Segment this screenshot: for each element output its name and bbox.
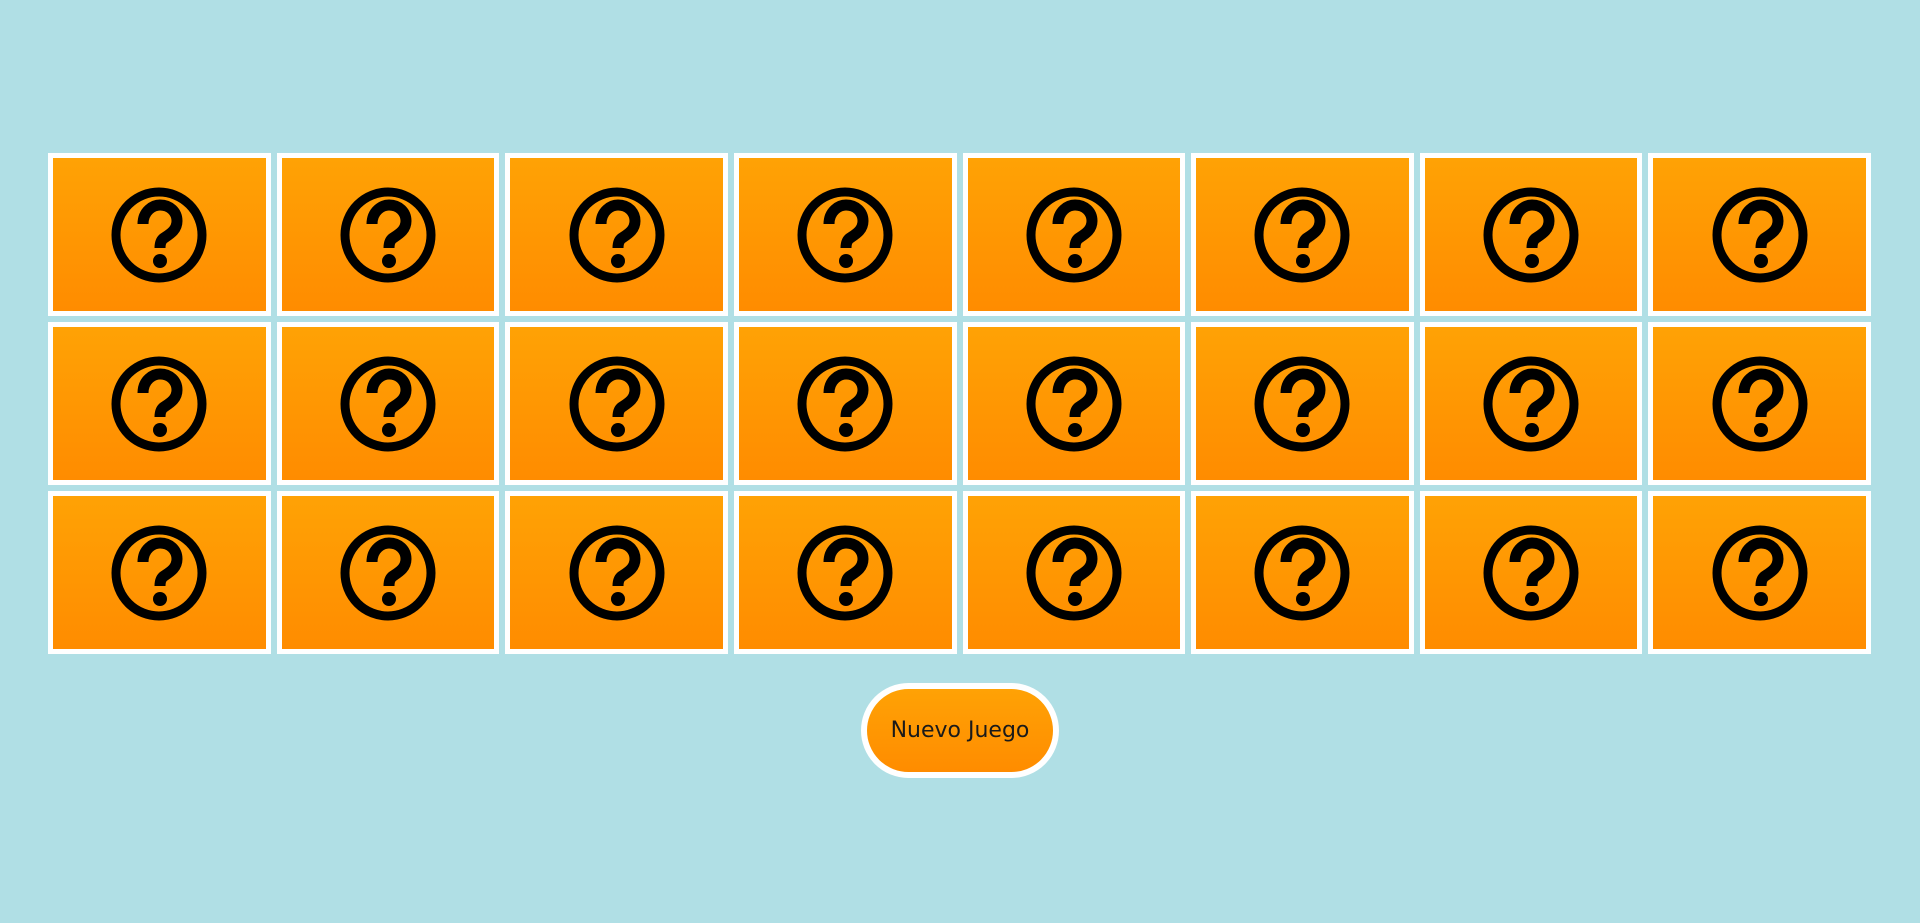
memory-card[interactable] <box>276 153 500 316</box>
memory-card[interactable] <box>962 153 1186 316</box>
question-mark-icon <box>338 185 438 285</box>
question-mark-icon <box>338 523 438 623</box>
question-mark-icon <box>1481 354 1581 454</box>
memory-card[interactable] <box>733 322 957 485</box>
new-game-button[interactable]: Nuevo Juego <box>861 683 1059 778</box>
memory-card[interactable] <box>276 491 500 654</box>
question-mark-icon <box>1710 523 1810 623</box>
memory-card[interactable] <box>1419 153 1643 316</box>
memory-card[interactable] <box>1648 153 1871 316</box>
question-mark-icon <box>338 354 438 454</box>
question-mark-icon <box>567 354 667 454</box>
question-mark-icon <box>1252 523 1352 623</box>
question-mark-icon <box>795 354 895 454</box>
question-mark-icon <box>109 354 209 454</box>
question-mark-icon <box>1710 185 1810 285</box>
question-mark-icon <box>1252 185 1352 285</box>
card-board <box>48 153 1871 654</box>
memory-card[interactable] <box>733 153 957 316</box>
question-mark-icon <box>1481 523 1581 623</box>
question-mark-icon <box>795 523 895 623</box>
memory-card[interactable] <box>505 153 728 316</box>
memory-card[interactable] <box>48 322 271 485</box>
memory-card[interactable] <box>1191 322 1414 485</box>
question-mark-icon <box>1252 354 1352 454</box>
question-mark-icon <box>1024 354 1124 454</box>
memory-card[interactable] <box>733 491 957 654</box>
question-mark-icon <box>567 523 667 623</box>
question-mark-icon <box>567 185 667 285</box>
memory-card[interactable] <box>1648 322 1871 485</box>
memory-card[interactable] <box>962 491 1186 654</box>
question-mark-icon <box>109 523 209 623</box>
question-mark-icon <box>1481 185 1581 285</box>
question-mark-icon <box>1024 523 1124 623</box>
memory-card[interactable] <box>1191 491 1414 654</box>
memory-card[interactable] <box>1648 491 1871 654</box>
memory-card[interactable] <box>1419 491 1643 654</box>
question-mark-icon <box>1024 185 1124 285</box>
question-mark-icon <box>109 185 209 285</box>
memory-card[interactable] <box>505 491 728 654</box>
memory-card[interactable] <box>48 153 271 316</box>
memory-card[interactable] <box>962 322 1186 485</box>
memory-card[interactable] <box>1419 322 1643 485</box>
memory-card[interactable] <box>276 322 500 485</box>
memory-card[interactable] <box>505 322 728 485</box>
memory-card[interactable] <box>1191 153 1414 316</box>
question-mark-icon <box>1710 354 1810 454</box>
memory-card[interactable] <box>48 491 271 654</box>
question-mark-icon <box>795 185 895 285</box>
